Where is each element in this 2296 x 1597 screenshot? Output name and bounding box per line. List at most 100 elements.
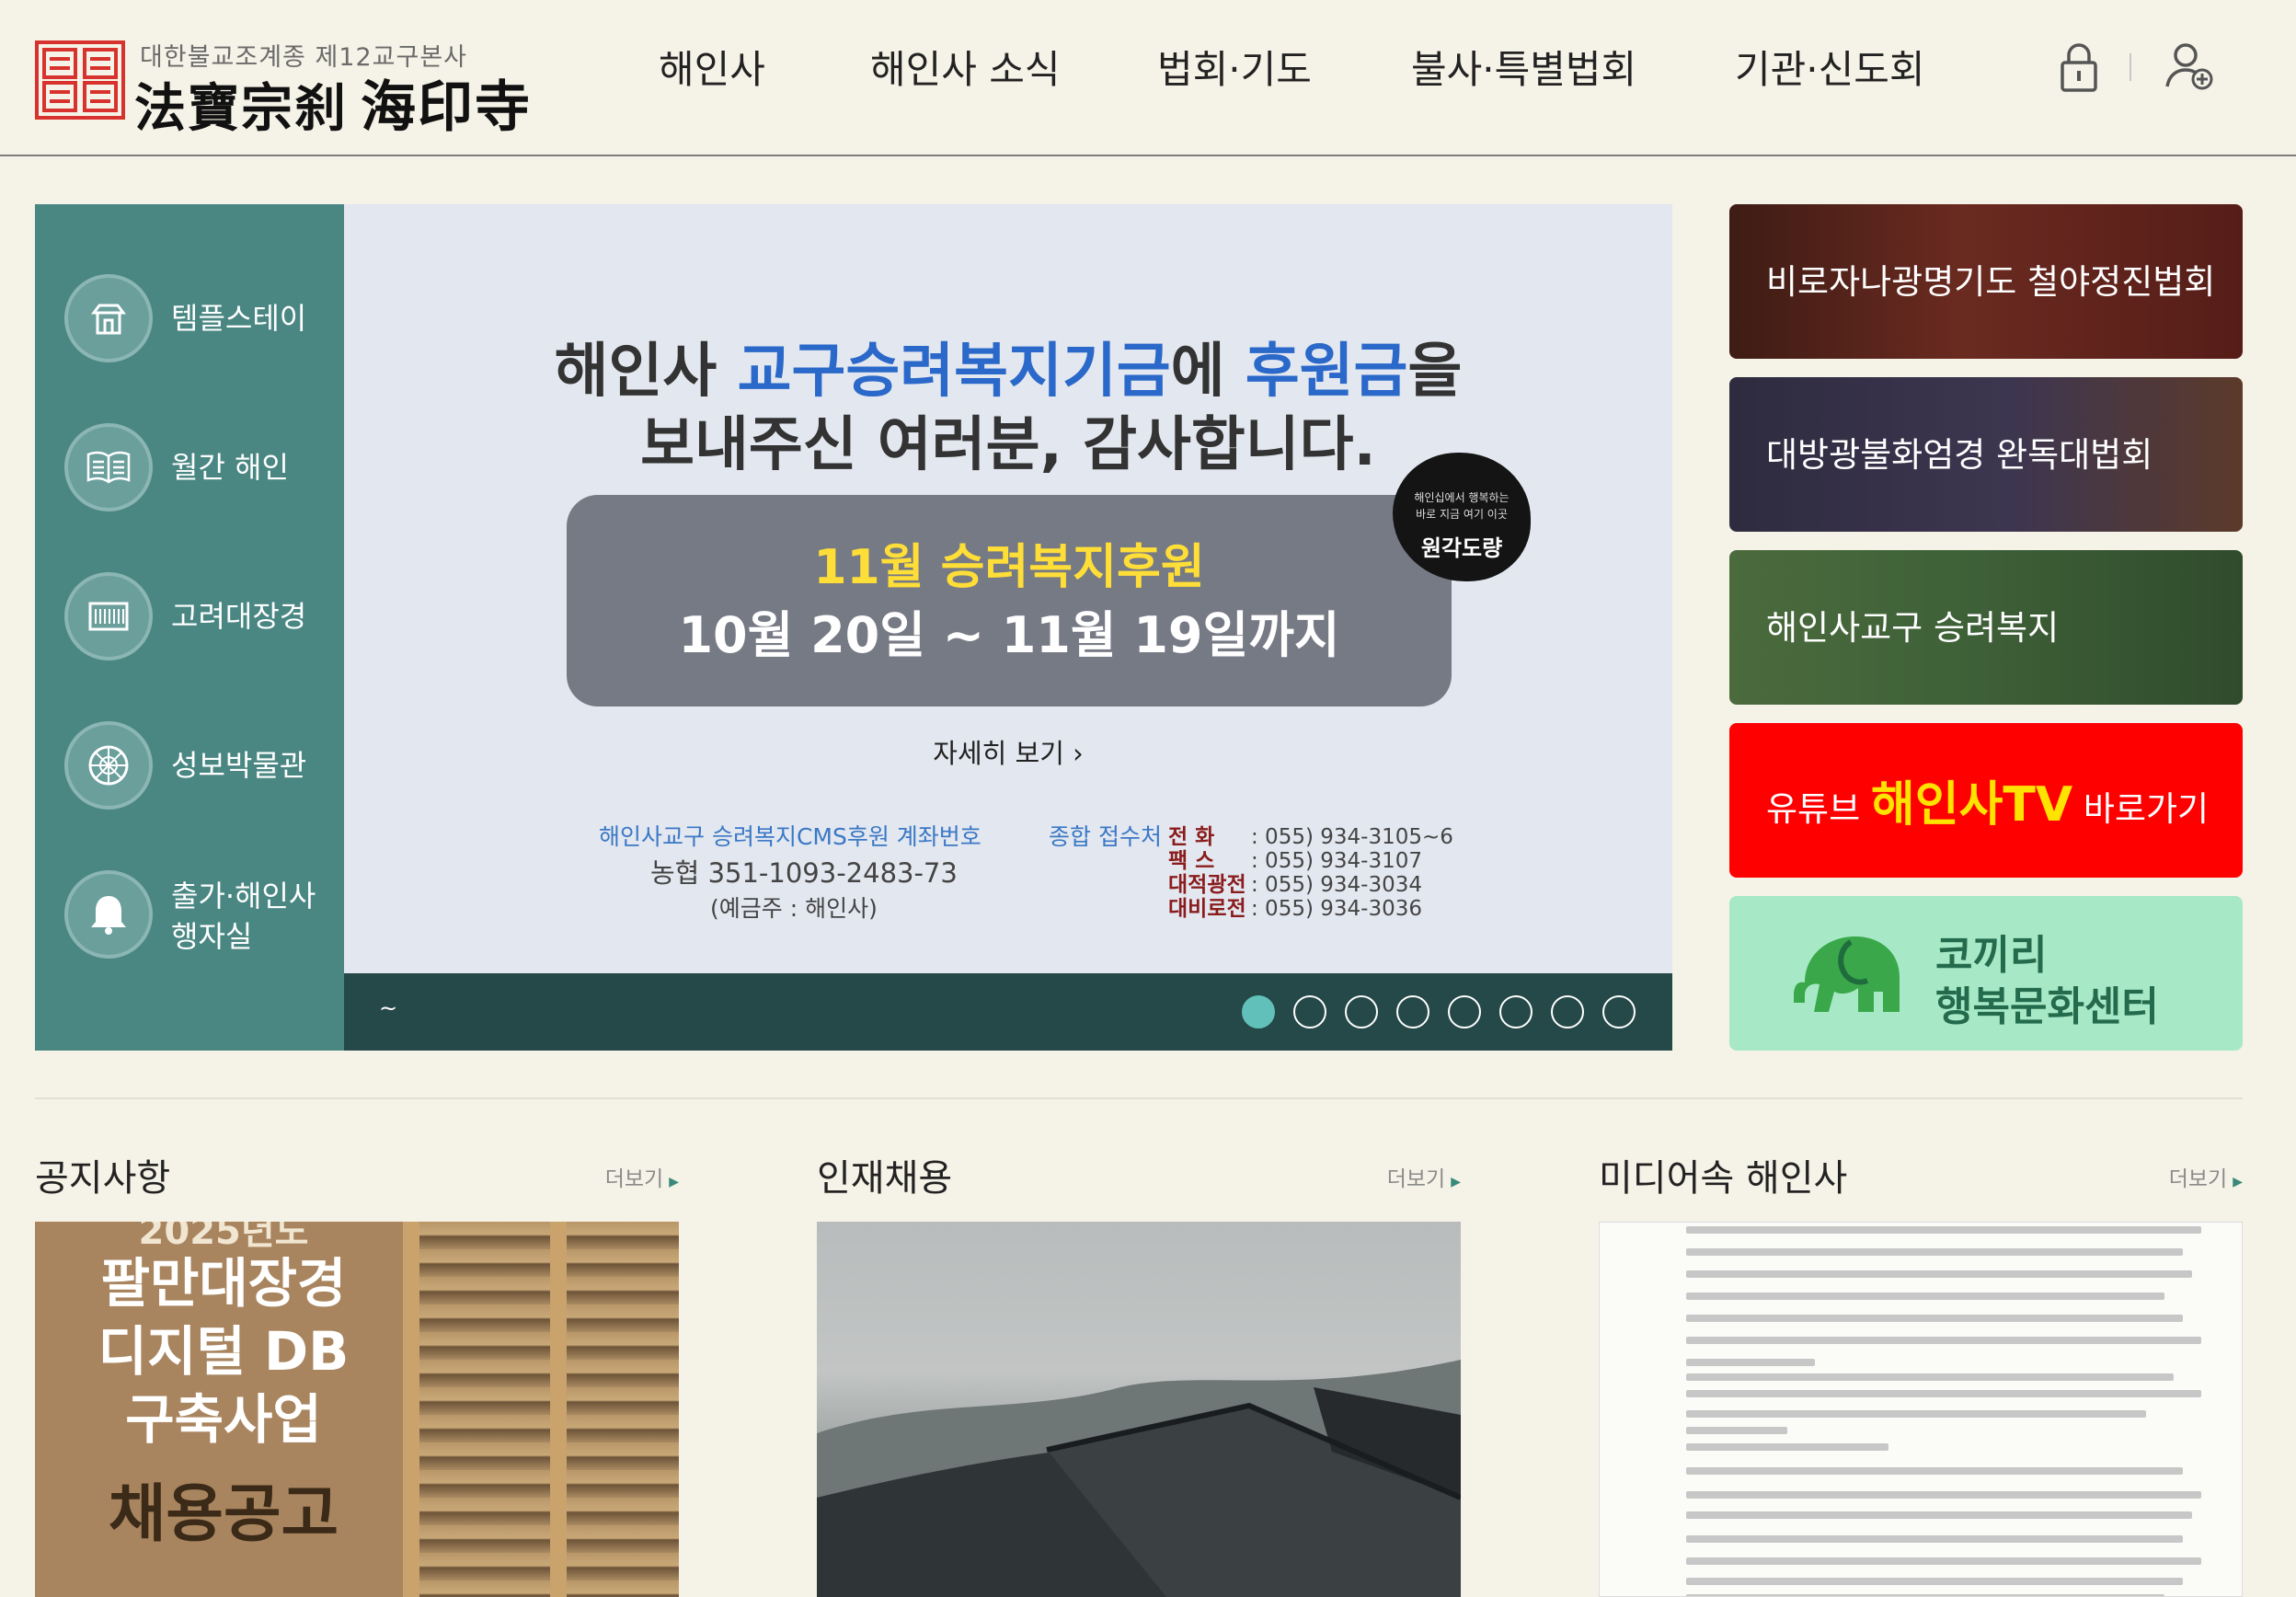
quick-item-label: 월간 해인 xyxy=(171,450,289,485)
side-banner-welfare[interactable]: 해인사교구 승려복지 xyxy=(1729,550,2243,705)
templestay-icon xyxy=(64,274,153,362)
article-text-line xyxy=(1686,1427,1787,1434)
slide-dot[interactable] xyxy=(1499,995,1533,1028)
youtube-label: 유튜브 해인사TV 바로가기 xyxy=(1766,765,2209,834)
recruit-more-link[interactable]: 더보기 ▶ xyxy=(1387,1161,1461,1192)
main-banner[interactable]: 해인사 교구승려복지기금에 후원금을 보내주신 여러분, 감사합니다. 11월 … xyxy=(344,204,1672,1051)
youtube-post: 바로가기 xyxy=(2072,789,2210,829)
arrow-right-icon: ▶ xyxy=(2233,1175,2243,1189)
stamp-big-text: 원각도량 xyxy=(1420,535,1503,561)
notice-more-link[interactable]: 더보기 ▶ xyxy=(605,1161,679,1192)
banner-period-box: 11월 승려복지후원 10월 20일 ~ 11월 19일까지 xyxy=(567,495,1452,707)
more-label: 더보기 xyxy=(2168,1167,2228,1191)
reception-label: 종합 접수처 xyxy=(1049,823,1162,850)
nav-item-news[interactable]: 해인사 소식 xyxy=(870,39,1061,95)
headline-part: 에 xyxy=(1170,338,1246,406)
quick-item-tripitaka[interactable]: 고려대장경 xyxy=(64,572,340,664)
museum-icon xyxy=(64,721,153,810)
quick-item-templestay[interactable]: 템플스테이 xyxy=(64,274,340,366)
shelf-post xyxy=(550,1222,567,1597)
slide-dot[interactable] xyxy=(1242,995,1275,1028)
seal-logo-icon xyxy=(35,40,125,120)
article-text-line xyxy=(1686,1467,2183,1475)
kokiri-line1: 코끼리 xyxy=(1935,932,2048,979)
article-text-line xyxy=(1686,1557,2201,1565)
book-icon xyxy=(64,423,153,511)
quick-item-label: 고려대장경 xyxy=(171,599,307,634)
article-text-line xyxy=(1686,1315,2183,1322)
more-label: 더보기 xyxy=(604,1167,664,1191)
article-text-line xyxy=(1686,1491,2201,1499)
nav-item-haeinsa[interactable]: 해인사 xyxy=(659,39,765,95)
slide-dot[interactable] xyxy=(1293,995,1326,1028)
media-article-thumbnail[interactable] xyxy=(1599,1222,2243,1597)
slide-dot[interactable] xyxy=(1396,995,1429,1028)
banner-period-dates: 10월 20일 ~ 11월 19일까지 xyxy=(678,606,1340,664)
article-text-line xyxy=(1686,1337,2201,1344)
slide-dot[interactable] xyxy=(1448,995,1481,1028)
side-banner-vairocana[interactable]: 비로자나광명기도 철야정진법회 xyxy=(1729,204,2243,359)
side-banner-label: 비로자나광명기도 철야정진법회 xyxy=(1766,262,2216,302)
article-text-line xyxy=(1686,1443,1888,1451)
section-media: 미디어속 해인사 더보기 ▶ xyxy=(1599,1141,2243,1597)
phone-row: 대비로전: 055) 934-3036 xyxy=(1168,890,1453,921)
quick-item-museum[interactable]: 성보박물관 xyxy=(64,721,340,813)
logo-title-a: 法寶宗刹 xyxy=(134,78,348,139)
notice-line: 구축사업 xyxy=(125,1388,322,1451)
side-banner-kokiri[interactable]: 코끼리 행복문화센터 xyxy=(1729,896,2243,1051)
headline-part: 해인사 xyxy=(554,338,738,406)
headline-highlight: 후원금 xyxy=(1245,338,1408,406)
slide-dot[interactable] xyxy=(1602,995,1636,1028)
side-banner-label: 대방광불화엄경 완독대법회 xyxy=(1766,435,2153,475)
account-number: 농협 351-1093-2483-73 xyxy=(650,857,958,889)
phone-row: 팩 스: 055) 934-3107 xyxy=(1168,843,1453,873)
phone-row: 대적광전: 055) 934-3034 xyxy=(1168,867,1453,897)
recruit-card[interactable] xyxy=(817,1222,1461,1597)
notice-subtitle: 채용공고 xyxy=(108,1478,339,1551)
banner-caption: ~ xyxy=(379,995,398,1021)
side-banner-youtube[interactable]: 유튜브 해인사TV 바로가기 xyxy=(1729,723,2243,878)
logo-title-b: 海印寺 xyxy=(361,75,532,140)
nav-item-org[interactable]: 기관·신도회 xyxy=(1735,39,1925,95)
quick-item-ordination[interactable]: 출가·해인사 행자실 xyxy=(64,870,340,962)
util-divider xyxy=(2130,53,2131,81)
nav-item-dharma[interactable]: 법회·기도 xyxy=(1157,39,1312,95)
phone-key: 대비로전 xyxy=(1168,897,1246,921)
quick-item-label: 출가·해인사 행자실 xyxy=(171,879,316,954)
quick-item-monthly[interactable]: 월간 해인 xyxy=(64,423,340,515)
section-title: 미디어속 해인사 xyxy=(1599,1157,1848,1200)
shelf-image xyxy=(403,1222,679,1597)
notice-title: 팔만대장경 디지털 DB 구축사업 xyxy=(35,1249,412,1453)
slide-dot[interactable] xyxy=(1345,995,1378,1028)
banner-more-link[interactable]: 자세히 보기 › xyxy=(344,732,1672,771)
account-label: 해인사교구 승려복지CMS후원 계좌번호 xyxy=(599,823,982,850)
kokiri-line2: 행복문화센터 xyxy=(1935,983,2159,1030)
arrow-right-icon: ▶ xyxy=(669,1175,679,1189)
youtube-highlight: 해인사TV xyxy=(1870,777,2073,833)
phone-value: : 055) 934-3036 xyxy=(1251,897,1422,921)
account-holder: (예금주 : 해인사) xyxy=(710,895,878,922)
article-text-line xyxy=(1686,1359,1815,1366)
arrow-right-icon: ▶ xyxy=(1451,1175,1461,1189)
bell-icon xyxy=(64,870,153,959)
article-text-line xyxy=(1686,1410,2146,1418)
lock-icon[interactable] xyxy=(2059,42,2099,92)
side-banner-avatamsaka[interactable]: 대방광불화엄경 완독대법회 xyxy=(1729,377,2243,532)
quick-item-label: 템플스테이 xyxy=(171,301,307,336)
quick-menu: 템플스테이 월간 해인 고려대장경 성보박물관 출가·해인사 행자실 xyxy=(35,204,344,1051)
side-banner-label: 해인사교구 승려복지 xyxy=(1766,608,2060,648)
site-logo[interactable]: 대한불교조계종 제12교구본사 法寶宗刹 海印寺 xyxy=(35,37,530,140)
more-label: 더보기 xyxy=(1386,1167,1446,1191)
banner-period-title: 11월 승려복지후원 xyxy=(813,540,1205,595)
notice-card[interactable]: 2025년도 팔만대장경 디지털 DB 구축사업 채용공고 xyxy=(35,1222,679,1597)
section-title: 공지사항 xyxy=(35,1157,171,1200)
nav-item-special[interactable]: 불사·특별법회 xyxy=(1411,39,1636,95)
media-more-link[interactable]: 더보기 ▶ xyxy=(2169,1161,2243,1192)
notice-line: 팔만대장경 xyxy=(100,1252,347,1315)
user-add-icon[interactable] xyxy=(2164,40,2215,92)
article-text-line xyxy=(1686,1270,2192,1278)
article-text-line xyxy=(1686,1578,2183,1585)
slide-dot[interactable] xyxy=(1551,995,1584,1028)
headline-part: 을 xyxy=(1407,338,1463,406)
banner-control-bar: ~ xyxy=(344,973,1672,1051)
